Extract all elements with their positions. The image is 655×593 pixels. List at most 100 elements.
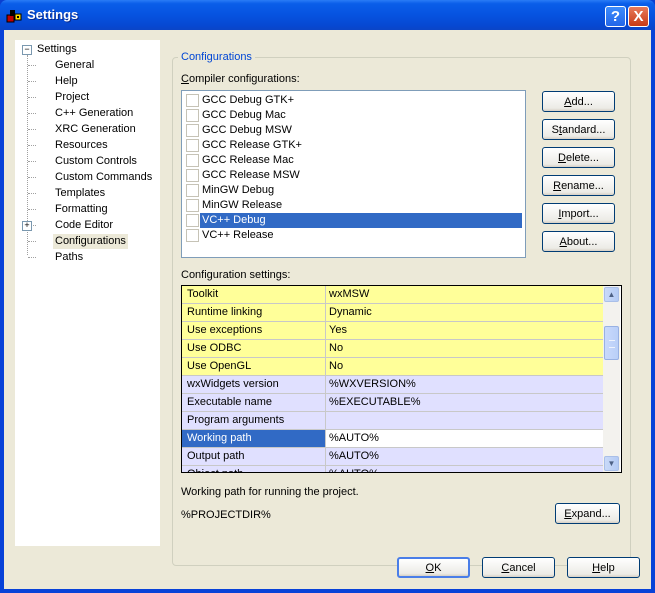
tree-root-settings[interactable]: Settings [37, 42, 77, 57]
tree-item-code-editor[interactable]: Code Editor [55, 218, 113, 233]
add-button[interactable]: Add... [542, 91, 615, 112]
setting-value[interactable]: Yes [326, 322, 605, 340]
help-title-button[interactable]: ? [605, 6, 626, 27]
grid-scrollbar[interactable]: ▲ ▼ [603, 286, 620, 472]
checkbox[interactable] [186, 154, 199, 167]
tree-guide-branch [28, 257, 36, 258]
setting-row[interactable]: Object path%AUTO% [182, 466, 605, 472]
tree-guide-branch [28, 145, 36, 146]
compiler-label: GCC Debug Mac [202, 109, 286, 121]
checkbox[interactable] [186, 109, 199, 122]
settings-dialog: Settings ? X − Settings General Help Proje… [0, 0, 655, 593]
app-icon [6, 10, 22, 23]
setting-value[interactable]: wxMSW [326, 286, 605, 304]
setting-row[interactable]: Output path %AUTO% [182, 448, 605, 466]
setting-value[interactable]: %AUTO% [326, 430, 605, 448]
scroll-up-icon[interactable]: ▲ [604, 287, 619, 302]
checkbox[interactable] [186, 124, 199, 137]
compiler-list-item[interactable]: GCC Debug GTK+ [184, 93, 522, 108]
setting-row[interactable]: Program arguments [182, 412, 605, 430]
title-bar[interactable]: Settings ? X [0, 0, 655, 30]
compiler-list-item[interactable]: MinGW Debug [184, 183, 522, 198]
tree-item-formatting[interactable]: Formatting [55, 202, 108, 217]
checkbox[interactable] [186, 214, 199, 227]
settings-tree[interactable]: − Settings General Help Project C++ Generat… [14, 39, 161, 547]
tree-item-help[interactable]: Help [55, 74, 78, 89]
compiler-list-item[interactable]: GCC Release Mac [184, 153, 522, 168]
tree-item-resources[interactable]: Resources [55, 138, 108, 153]
compiler-label: GCC Release GTK+ [202, 139, 302, 151]
tree-item-custom-controls[interactable]: Custom Controls [55, 154, 137, 169]
compiler-list-item[interactable]: GCC Release GTK+ [184, 138, 522, 153]
tree-guide-branch [28, 241, 36, 242]
checkbox[interactable] [186, 94, 199, 107]
tree-item-templates[interactable]: Templates [55, 186, 105, 201]
setting-value[interactable]: No [326, 358, 605, 376]
setting-row[interactable]: Executable name %EXECUTABLE% [182, 394, 605, 412]
compiler-label: GCC Release Mac [202, 154, 294, 166]
checkbox[interactable] [186, 169, 199, 182]
tree-item-custom-commands[interactable]: Custom Commands [55, 170, 152, 185]
setting-value[interactable]: Dynamic [326, 304, 605, 322]
close-button[interactable]: X [628, 6, 649, 27]
tree-item-project[interactable]: Project [55, 90, 89, 105]
setting-row[interactable]: Use ODBC No [182, 340, 605, 358]
setting-name: Object path [182, 466, 326, 472]
setting-row[interactable]: Toolkit wxMSW [182, 286, 605, 304]
standard-button[interactable]: Standard... [542, 119, 615, 140]
compiler-label: MinGW Release [202, 199, 283, 211]
tree-item-configurations[interactable]: Configurations [53, 234, 128, 249]
rename-button[interactable]: Rename... [542, 175, 615, 196]
setting-row[interactable]: Working path %AUTO% [182, 430, 605, 448]
compiler-list-item[interactable]: GCC Debug MSW [184, 123, 522, 138]
tree-guide-branch [28, 129, 36, 130]
compiler-configurations-label: Compiler configurations: [181, 73, 300, 85]
configuration-settings-grid[interactable]: Object path%AUTO%Output path%AUTO%Workin… [181, 285, 622, 473]
scroll-thumb[interactable] [604, 326, 619, 360]
tree-item-general[interactable]: General [55, 58, 94, 73]
scroll-down-icon[interactable]: ▼ [604, 456, 619, 471]
setting-row[interactable]: Runtime linking Dynamic [182, 304, 605, 322]
tree-item-paths[interactable]: Paths [55, 250, 83, 265]
dialog-client-area: − Settings General Help Project C++ Generat… [4, 30, 651, 589]
expand-icon[interactable]: + [22, 221, 32, 231]
checkbox[interactable] [186, 139, 199, 152]
collapse-icon[interactable]: − [22, 45, 32, 55]
setting-row[interactable]: wxWidgets version %WXVERSION% [182, 376, 605, 394]
checkbox[interactable] [186, 199, 199, 212]
expand-button[interactable]: Expand... [555, 503, 620, 524]
tree-item-c-generation[interactable]: C++ Generation [55, 106, 133, 121]
checkbox[interactable] [186, 229, 199, 242]
compiler-configurations-list[interactable]: GCC Debug GTK+ GCC Debug Mac GCC Debug MSW… [181, 90, 526, 258]
setting-value[interactable] [326, 412, 605, 430]
compiler-label: GCC Release MSW [202, 169, 300, 181]
about-button[interactable]: About... [542, 231, 615, 252]
configuration-settings-label: Configuration settings: [181, 269, 291, 281]
import-button[interactable]: Import... [542, 203, 615, 224]
compiler-list-item[interactable]: VC++ Release [184, 228, 522, 243]
setting-value[interactable]: %AUTO% [326, 448, 605, 466]
setting-row[interactable]: Use exceptions Yes [182, 322, 605, 340]
tree-guide-branch [28, 97, 36, 98]
tree-item-xrc-generation[interactable]: XRC Generation [55, 122, 136, 137]
compiler-list-item[interactable]: GCC Debug Mac [184, 108, 522, 123]
cancel-button[interactable]: Cancel [482, 557, 555, 578]
setting-row[interactable]: Use OpenGL No [182, 358, 605, 376]
compiler-label: GCC Debug GTK+ [202, 94, 295, 106]
help-button[interactable]: Help [567, 557, 640, 578]
setting-name: Toolkit [182, 286, 326, 304]
compiler-list-item[interactable]: GCC Release MSW [184, 168, 522, 183]
setting-value[interactable]: %WXVERSION% [326, 376, 605, 394]
setting-value[interactable]: %AUTO% [326, 466, 605, 472]
setting-name: Executable name [182, 394, 326, 412]
tree-guide-branch [28, 209, 36, 210]
compiler-list-item[interactable]: VC++ Debug [184, 213, 522, 228]
setting-name: Use OpenGL [182, 358, 326, 376]
setting-value[interactable]: No [326, 340, 605, 358]
setting-value[interactable]: %EXECUTABLE% [326, 394, 605, 412]
delete-button[interactable]: Delete... [542, 147, 615, 168]
setting-name: Runtime linking [182, 304, 326, 322]
ok-button[interactable]: OK [397, 557, 470, 578]
checkbox[interactable] [186, 184, 199, 197]
compiler-list-item[interactable]: MinGW Release [184, 198, 522, 213]
